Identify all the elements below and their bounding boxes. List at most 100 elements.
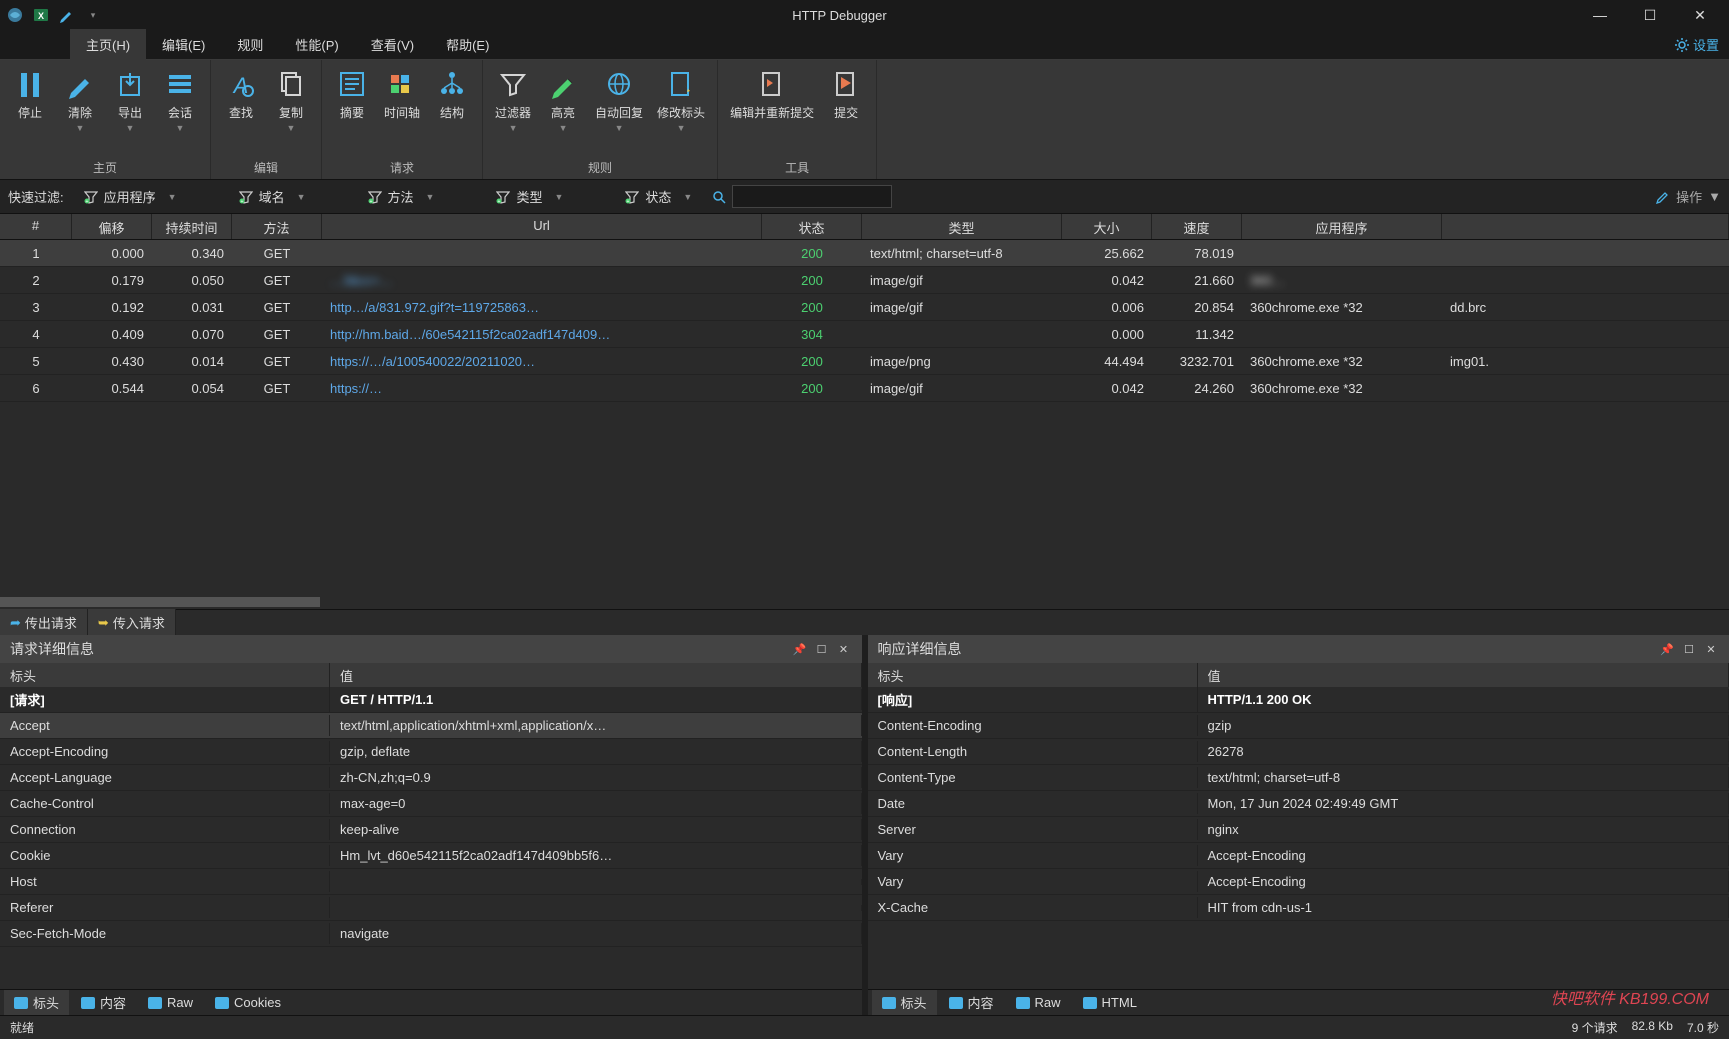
grid-col-header[interactable]: 状态 — [762, 214, 862, 239]
menu-tab-1[interactable]: 编辑(E) — [146, 29, 221, 60]
incoming-tab[interactable]: ➥ 传入请求 — [88, 609, 176, 636]
gear-icon — [1675, 38, 1689, 52]
close-pane-icon[interactable]: ✕ — [836, 641, 852, 657]
grid-col-header[interactable]: 类型 — [862, 214, 1062, 239]
dropdown-icon: ▼ — [683, 192, 692, 202]
qat-dropdown-icon[interactable]: ▾ — [84, 6, 102, 24]
filter-method[interactable]: +方法▼ — [362, 183, 441, 210]
find-icon: A — [225, 68, 257, 100]
dropdown-icon: ▼ — [297, 192, 306, 202]
horizontal-scrollbar[interactable] — [0, 595, 1729, 609]
header-row[interactable]: VaryAccept-Encoding — [868, 869, 1729, 895]
menu-tab-0[interactable]: 主页(H) — [70, 29, 146, 60]
header-row[interactable]: Content-Length26278 — [868, 739, 1729, 765]
copy-icon — [275, 68, 307, 100]
search-input[interactable] — [732, 185, 892, 208]
header-row[interactable]: Accepttext/html,application/xhtml+xml,ap… — [0, 713, 862, 739]
header-row[interactable]: Host — [0, 869, 862, 895]
res-col-value[interactable]: 值 — [1198, 663, 1729, 687]
header-row[interactable]: Sec-Fetch-Modenavigate — [0, 921, 862, 947]
close-pane-icon[interactable]: ✕ — [1703, 641, 1719, 657]
grid-col-header[interactable]: 应用程序 — [1242, 214, 1442, 239]
export-button[interactable]: 导出▼ — [106, 64, 154, 156]
sessions-button[interactable]: 会话▼ — [156, 64, 204, 156]
table-row[interactable]: 20.1790.050GET…3&cc=…200image/gif0.04221… — [0, 267, 1729, 294]
pane-tab-内容[interactable]: 内容 — [71, 990, 136, 1015]
header-row[interactable]: Content-Typetext/html; charset=utf-8 — [868, 765, 1729, 791]
autoreply-button[interactable]: 自动回复▼ — [589, 64, 649, 156]
request-pane-title: 请求详细信息 — [10, 639, 94, 659]
header-row[interactable]: Cache-Controlmax-age=0 — [0, 791, 862, 817]
header-row[interactable]: Servernginx — [868, 817, 1729, 843]
pane-tab-html[interactable]: HTML — [1073, 992, 1147, 1013]
grid-col-header[interactable]: # — [0, 214, 72, 239]
menu-tab-2[interactable]: 规则 — [221, 29, 279, 60]
outgoing-tab[interactable]: ➦ 传出请求 — [0, 609, 88, 636]
minimize-button[interactable]: — — [1577, 0, 1623, 30]
grid-col-header[interactable] — [1442, 214, 1729, 239]
summary-button[interactable]: 摘要 — [328, 64, 376, 156]
header-row[interactable]: Accept-Encodinggzip, deflate — [0, 739, 862, 765]
brush-icon[interactable] — [58, 6, 76, 24]
filter-app[interactable]: +应用程序▼ — [78, 183, 183, 210]
pane-tab-标头[interactable]: 标头 — [872, 990, 937, 1015]
header-row[interactable]: X-CacheHIT from cdn-us-1 — [868, 895, 1729, 921]
maximize-button[interactable]: ☐ — [1627, 0, 1673, 30]
find-button[interactable]: A查找 — [217, 64, 265, 156]
resubmit-button[interactable]: 编辑并重新提交 — [724, 64, 820, 156]
header-row[interactable]: CookieHm_lvt_d60e542115f2ca02adf147d409b… — [0, 843, 862, 869]
pane-tab-内容[interactable]: 内容 — [939, 990, 1004, 1015]
grid-col-header[interactable]: Url — [322, 214, 762, 239]
grid-col-header[interactable]: 偏移 — [72, 214, 152, 239]
editheaders-button[interactable]: 修改标头▼ — [651, 64, 711, 156]
menu-tab-5[interactable]: 帮助(E) — [430, 29, 505, 60]
table-row[interactable]: 60.5440.054GEThttps://…200image/gif0.042… — [0, 375, 1729, 402]
pane-tab-标头[interactable]: 标头 — [4, 990, 69, 1015]
header-row[interactable]: VaryAccept-Encoding — [868, 843, 1729, 869]
filter-status[interactable]: +状态▼ — [619, 183, 698, 210]
clear-button[interactable]: 清除▼ — [56, 64, 104, 156]
table-row[interactable]: 10.0000.340GET200text/html; charset=utf-… — [0, 240, 1729, 267]
pane-tab-raw[interactable]: Raw — [138, 992, 203, 1013]
grid-col-header[interactable]: 方法 — [232, 214, 322, 239]
header-row[interactable]: Referer — [0, 895, 862, 921]
pane-tab-raw[interactable]: Raw — [1006, 992, 1071, 1013]
pin-icon[interactable]: 📌 — [792, 641, 808, 657]
filter-domain[interactable]: +域名▼ — [233, 183, 312, 210]
pane-tab-cookies[interactable]: Cookies — [205, 992, 291, 1013]
menu-tab-4[interactable]: 查看(V) — [355, 29, 430, 60]
excel-icon[interactable]: X — [32, 6, 50, 24]
close-button[interactable]: ✕ — [1677, 0, 1723, 30]
submit-button[interactable]: 提交 — [822, 64, 870, 156]
req-col-value[interactable]: 值 — [330, 663, 862, 687]
grid-col-header[interactable]: 持续时间 — [152, 214, 232, 239]
pin-icon[interactable]: 📌 — [1659, 641, 1675, 657]
settings-button[interactable]: 设置 — [1675, 35, 1719, 54]
header-row[interactable]: Connectionkeep-alive — [0, 817, 862, 843]
req-col-header[interactable]: 标头 — [0, 663, 330, 687]
response-details-pane: 响应详细信息 📌 ☐ ✕ 标头 值 [响应]HTTP/1.1 200 OKCon… — [868, 635, 1729, 1015]
export-icon — [114, 68, 146, 100]
header-row[interactable]: DateMon, 17 Jun 2024 02:49:49 GMT — [868, 791, 1729, 817]
maximize-pane-icon[interactable]: ☐ — [814, 641, 830, 657]
structure-button[interactable]: 结构 — [428, 64, 476, 156]
header-row[interactable]: Accept-Languagezh-CN,zh;q=0.9 — [0, 765, 862, 791]
menu-tab-3[interactable]: 性能(P) — [279, 29, 354, 60]
grid-col-header[interactable]: 大小 — [1062, 214, 1152, 239]
timeline-button[interactable]: 时间轴 — [378, 64, 426, 156]
grid-col-header[interactable]: 速度 — [1152, 214, 1242, 239]
header-row[interactable]: Content-Encodinggzip — [868, 713, 1729, 739]
dropdown-icon: ▼ — [76, 123, 85, 133]
actions-button[interactable]: 操作 ▼ — [1656, 187, 1721, 206]
copy-button[interactable]: 复制▼ — [267, 64, 315, 156]
table-row[interactable]: 30.1920.031GEThttp…/a/831.972.gif?t=1197… — [0, 294, 1729, 321]
table-row[interactable]: 40.4090.070GEThttp://hm.baid…/60e542115f… — [0, 321, 1729, 348]
table-row[interactable]: 50.4300.014GEThttps://…/a/100540022/2021… — [0, 348, 1729, 375]
highlight-button[interactable]: 高亮▼ — [539, 64, 587, 156]
dropdown-icon: ▼ — [509, 123, 518, 133]
maximize-pane-icon[interactable]: ☐ — [1681, 641, 1697, 657]
filter-type[interactable]: +类型▼ — [490, 183, 569, 210]
res-col-header[interactable]: 标头 — [868, 663, 1198, 687]
filters-button[interactable]: 过滤器▼ — [489, 64, 537, 156]
stop-button[interactable]: 停止 — [6, 64, 54, 156]
